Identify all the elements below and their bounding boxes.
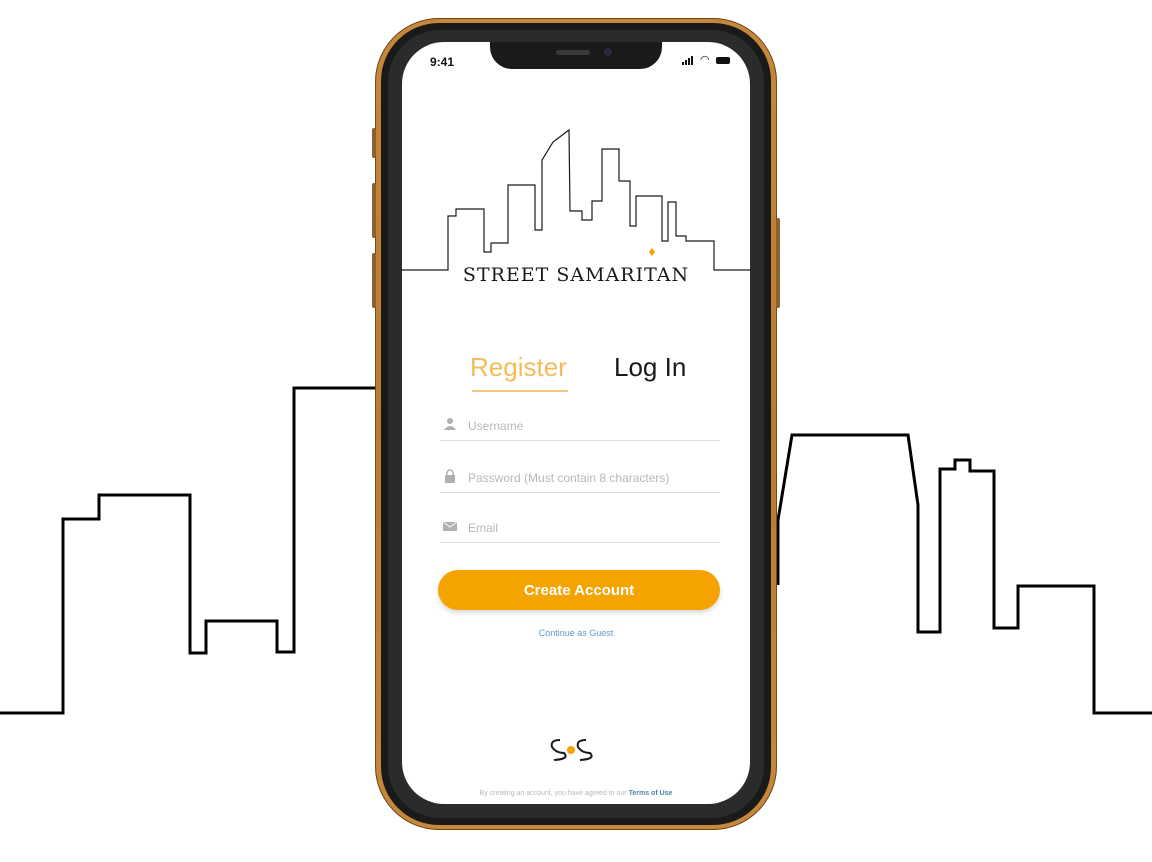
mute-switch	[372, 128, 376, 158]
password-input[interactable]	[466, 466, 720, 490]
tab-login[interactable]: Log In	[614, 352, 686, 383]
phone-frame: 9:41 ◠ STREET SAMARITAN Register Log In	[372, 18, 780, 830]
terms-notice: By creating an account, you have agreed …	[402, 790, 750, 797]
volume-up-button	[372, 183, 376, 238]
battery-icon	[716, 56, 730, 64]
email-field	[440, 516, 720, 543]
username-input[interactable]	[466, 414, 720, 438]
envelope-icon	[442, 521, 458, 531]
email-input[interactable]	[466, 516, 720, 540]
lock-icon	[445, 469, 455, 483]
continue-as-guest-link[interactable]: Continue as Guest	[402, 628, 750, 638]
brand-monogram-logo	[550, 739, 593, 761]
terms-prefix: By creating an account, you have agreed …	[479, 790, 627, 797]
notch	[490, 42, 662, 69]
skyline-right	[776, 433, 1152, 715]
terms-of-use-link[interactable]: Terms of Use	[629, 790, 673, 797]
heart-icon	[649, 248, 655, 256]
active-tab-indicator	[472, 390, 568, 392]
user-icon	[444, 418, 456, 430]
brand-wordmark: STREET SAMARITAN	[462, 264, 690, 286]
tab-register[interactable]: Register	[470, 352, 567, 383]
username-field	[440, 414, 720, 441]
front-camera	[604, 48, 612, 56]
volume-down-button	[372, 253, 376, 308]
status-icons: ◠	[682, 54, 730, 66]
wifi-icon: ◠	[700, 54, 710, 66]
password-field	[440, 466, 720, 493]
create-account-button[interactable]: Create Account	[438, 570, 720, 610]
status-time: 9:41	[430, 55, 455, 69]
signal-icon	[682, 55, 696, 65]
speaker-grille	[556, 50, 590, 55]
app-screen: 9:41 ◠ STREET SAMARITAN Register Log In	[402, 42, 750, 804]
logo-skyline-line	[402, 128, 750, 271]
skyline-left	[0, 386, 380, 715]
power-button	[776, 218, 780, 308]
